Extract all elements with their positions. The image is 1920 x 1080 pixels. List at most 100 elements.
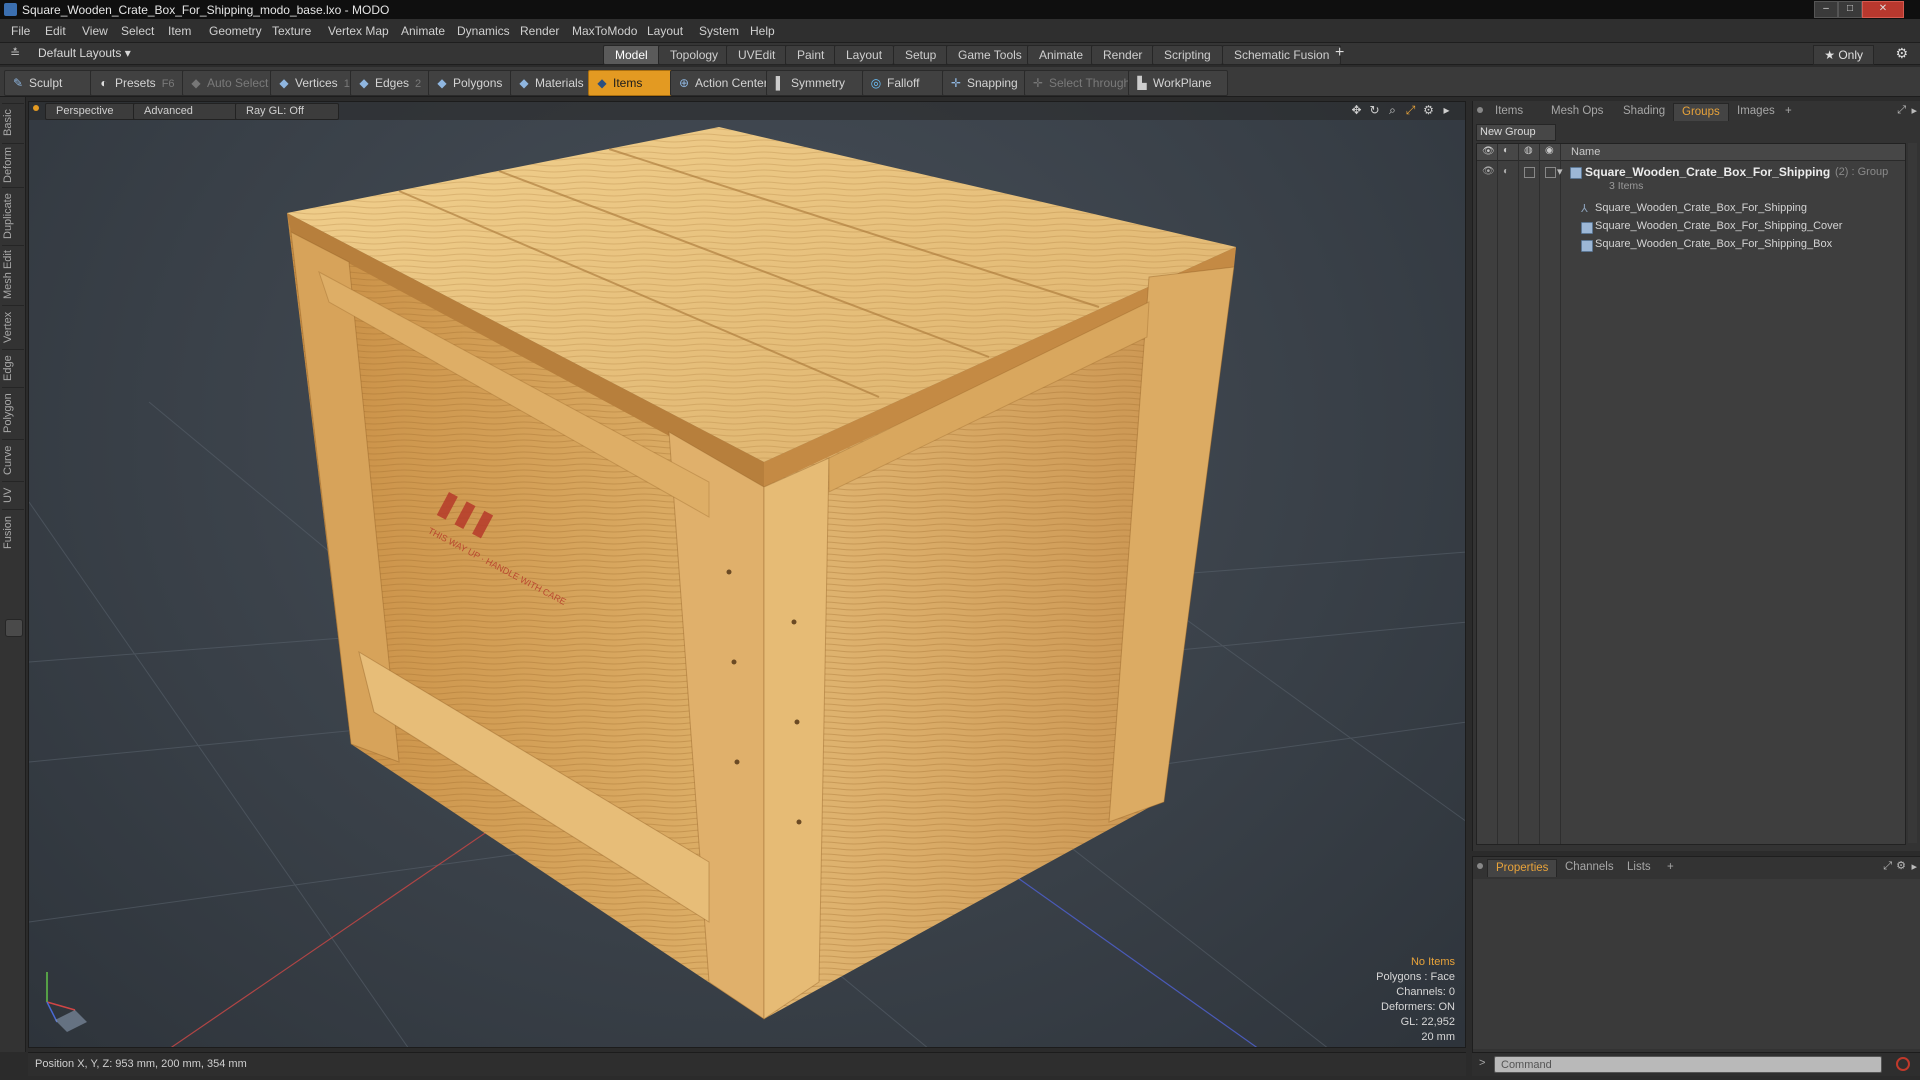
collapse-arrow-icon[interactable]: ▾: [1557, 165, 1563, 178]
sidebar-toggle-button[interactable]: [5, 619, 23, 637]
tab-paint[interactable]: Paint: [785, 45, 837, 65]
viewport-options-dot[interactable]: [33, 105, 39, 111]
rotate-view-icon[interactable]: ↻: [1367, 103, 1382, 118]
menu-select[interactable]: Select: [113, 19, 162, 43]
menu-layout[interactable]: Layout: [639, 19, 691, 43]
menu-render[interactable]: Render: [512, 19, 567, 43]
select-column-icon[interactable]: ◉: [1540, 144, 1561, 160]
menu-file[interactable]: File: [3, 19, 38, 43]
3d-viewport[interactable]: THIS WAY UP · HANDLE WITH CARE Perspecti…: [28, 101, 1466, 1048]
tab-scripting[interactable]: Scripting: [1152, 45, 1223, 65]
left-tab-mesh-edit[interactable]: Mesh Edit: [2, 245, 24, 304]
tab-layout[interactable]: Layout: [834, 45, 895, 65]
props-menu-icon[interactable]: ▸: [1911, 860, 1917, 873]
tab-setup[interactable]: Setup: [893, 45, 949, 65]
layout-menu-icon[interactable]: ≛: [10, 47, 20, 59]
crate-model-render[interactable]: THIS WAY UP · HANDLE WITH CARE: [29, 102, 1466, 1048]
record-icon[interactable]: [1896, 1057, 1910, 1071]
maximize-button[interactable]: □: [1838, 1, 1862, 18]
close-button[interactable]: ✕: [1862, 1, 1904, 18]
left-tab-duplicate[interactable]: Duplicate: [2, 187, 24, 244]
group-child-row[interactable]: Square_Wooden_Crate_Box_For_Shipping_Box: [1477, 236, 1905, 254]
sculpt-button[interactable]: ✎ Sculpt: [4, 70, 104, 96]
left-tab-polygon[interactable]: Polygon: [2, 387, 24, 438]
command-input[interactable]: Command: [1494, 1056, 1882, 1073]
add-props-tab-button[interactable]: +: [1659, 859, 1682, 876]
panel-menu-icon[interactable]: ▸: [1911, 104, 1917, 117]
tab-properties[interactable]: Properties: [1487, 859, 1558, 877]
render-column-icon[interactable]: ◐: [1498, 144, 1519, 160]
lock-column-icon[interactable]: ◍: [1519, 144, 1540, 160]
tab-uvedit[interactable]: UVEdit: [726, 45, 788, 65]
left-tab-deform[interactable]: Deform: [2, 143, 24, 186]
action-center-button[interactable]: ⊕ Action Center: [670, 70, 778, 96]
auto-select-button[interactable]: ◆ Auto Select: [182, 70, 284, 96]
menu-geometry[interactable]: Geometry: [201, 19, 270, 43]
menu-item[interactable]: Item: [160, 19, 199, 43]
raygl-toggle[interactable]: Ray GL: Off: [235, 103, 339, 120]
maximize-view-icon[interactable]: ⤢: [1403, 103, 1418, 118]
render-toggle-icon[interactable]: ◐: [1503, 166, 1509, 177]
props-expand-icon[interactable]: ⤢: [1883, 860, 1892, 873]
tab-shading[interactable]: Shading: [1615, 103, 1673, 120]
items-button[interactable]: ◆ Items: [588, 70, 680, 96]
group-child-row[interactable]: Square_Wooden_Crate_Box_For_Shipping_Cov…: [1477, 218, 1905, 236]
menu-animate[interactable]: Animate: [393, 19, 453, 43]
symmetry-button[interactable]: ▌ Symmetry: [766, 70, 866, 96]
left-tab-curve[interactable]: Curve: [2, 439, 24, 480]
menu-edit[interactable]: Edit: [37, 19, 74, 43]
tab-schematic-fusion[interactable]: Schematic Fusion: [1222, 45, 1342, 65]
groups-scrollbar[interactable]: [1908, 143, 1917, 843]
props-gear-icon[interactable]: ⚙: [1896, 859, 1906, 872]
add-tab-button[interactable]: +: [1335, 44, 1344, 62]
falloff-icon: ◎: [870, 76, 882, 90]
group-child-row[interactable]: ⅄ Square_Wooden_Crate_Box_For_Shipping: [1477, 200, 1905, 218]
left-tab-basic[interactable]: Basic: [2, 103, 24, 142]
visibility-column-icon[interactable]: 👁: [1477, 144, 1498, 160]
viewport-settings-icon[interactable]: ⚙: [1421, 103, 1436, 118]
tab-images[interactable]: Images: [1729, 103, 1783, 120]
tab-groups[interactable]: Groups: [1673, 103, 1729, 121]
move-view-icon[interactable]: ✥: [1349, 103, 1364, 118]
viewport-expand-icon[interactable]: ▸: [1439, 103, 1454, 118]
left-tab-fusion[interactable]: Fusion: [2, 509, 24, 554]
menu-texture[interactable]: Texture: [264, 19, 319, 43]
tab-render[interactable]: Render: [1091, 45, 1155, 65]
select-through-button[interactable]: ✛ Select Through: [1024, 70, 1140, 96]
lock-checkbox[interactable]: [1524, 167, 1535, 178]
panel-options-dot[interactable]: [1477, 107, 1483, 113]
minimize-button[interactable]: –: [1814, 1, 1838, 18]
eye-icon[interactable]: 👁: [1482, 166, 1495, 177]
tab-channels[interactable]: Channels: [1557, 859, 1622, 876]
gear-icon[interactable]: ⚙: [1895, 46, 1908, 60]
menu-view[interactable]: View: [74, 19, 116, 43]
tab-items[interactable]: Items: [1487, 103, 1531, 120]
add-panel-tab-button[interactable]: +: [1777, 103, 1800, 120]
tab-animate[interactable]: Animate: [1027, 45, 1096, 65]
menu-help[interactable]: Help: [742, 19, 783, 43]
menu-maxtomodo[interactable]: MaxToModo: [564, 19, 645, 43]
polygons-button[interactable]: ◆ Polygons: [428, 70, 520, 96]
shading-advanced-dropdown[interactable]: Advanced: [133, 103, 241, 120]
presets-button[interactable]: ◐ Presets F6: [90, 70, 188, 96]
default-layouts-dropdown[interactable]: Default Layouts ▾: [38, 46, 131, 60]
left-tab-uv[interactable]: UV: [2, 481, 24, 508]
new-group-button[interactable]: New Group: [1476, 124, 1556, 141]
zoom-view-icon[interactable]: ⌕: [1385, 103, 1400, 118]
left-tab-vertex[interactable]: Vertex: [2, 305, 24, 348]
left-tab-edge[interactable]: Edge: [2, 349, 24, 386]
tab-model[interactable]: Model: [603, 45, 660, 65]
tab-game-tools[interactable]: Game Tools: [946, 45, 1034, 65]
only-toggle[interactable]: ★ Only: [1813, 45, 1874, 65]
panel-expand-icon[interactable]: ⤢: [1897, 104, 1906, 117]
group-row[interactable]: 👁 ◐ ▾ Square_Wooden_Crate_Box_For_Shippi…: [1477, 163, 1905, 195]
props-options-dot[interactable]: [1477, 863, 1483, 869]
workplane-button[interactable]: ▙ WorkPlane: [1128, 70, 1228, 96]
tab-lists[interactable]: Lists: [1619, 859, 1659, 876]
select-checkbox[interactable]: [1545, 167, 1556, 178]
menu-vertex-map[interactable]: Vertex Map: [320, 19, 397, 43]
menu-dynamics[interactable]: Dynamics: [449, 19, 518, 43]
tab-topology[interactable]: Topology: [658, 45, 731, 65]
tab-mesh-ops[interactable]: Mesh Ops: [1543, 103, 1611, 120]
menu-system[interactable]: System: [691, 19, 747, 43]
